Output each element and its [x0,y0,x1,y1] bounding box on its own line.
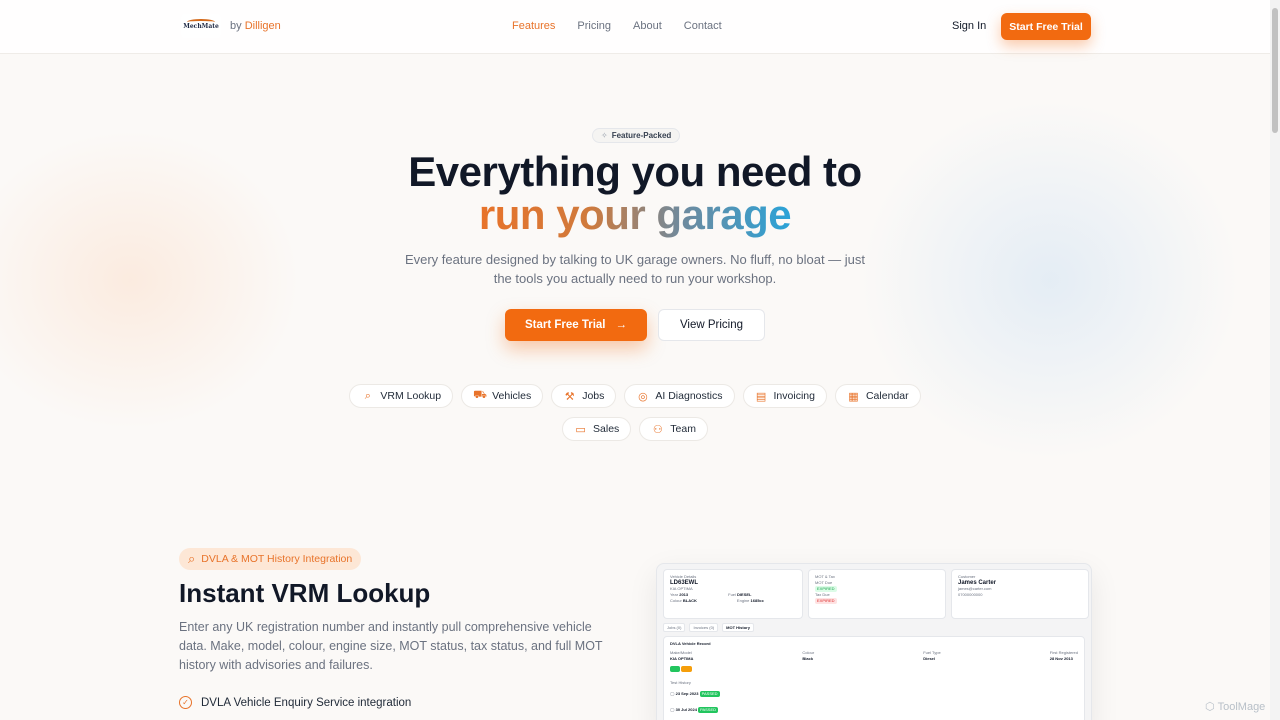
top-navbar: MechMate by Dilligen Features Pricing Ab… [0,0,1270,54]
test-date: 23 Sep 2023 [675,691,699,696]
vehicle-engine: 1685cc [750,598,764,603]
sparkle-icon: ✧ [601,131,608,140]
chip-invoicing[interactable]: ▤ Invoicing [742,384,827,408]
vehicle-fuel: DIESEL [737,592,752,597]
feature-chips-row2: ▭ Sales ⚇ Team [0,417,1270,441]
fuel-label: Fuel [728,592,736,597]
test-row[interactable]: ◯ 30 Jul 2024 PASSED [670,707,1078,713]
record-col-label: Fuel Type [923,650,941,655]
section-description: Enter any UK registration number and ins… [179,620,603,672]
chip-label: Team [670,423,696,435]
document-icon: ▤ [755,390,767,403]
users-icon: ⚇ [652,423,663,436]
nav-link-contact[interactable]: Contact [684,20,722,32]
calendar-icon: ▦ [848,390,859,403]
status-tag [670,666,680,672]
chip-ai-diagnostics[interactable]: ◎ AI Diagnostics [624,384,735,408]
wrench-icon: ⚒ [564,390,575,403]
vehicle-year: 2013 [679,592,689,597]
preview-dvla-record: DVLA Vehicle Record Make/Model KIA OPTIMA… [663,636,1085,720]
arrow-right-icon: → [615,319,628,331]
banknote-icon: ▭ [575,423,586,436]
preview-customer-card: Customer James Carter james@carter.com 0… [951,569,1089,619]
feature-chips-row1: ⌕ VRM Lookup ⛟ Vehicles ⚒ Jobs ◎ AI Diagnost… [0,384,1270,408]
record-col-value: Black [802,656,814,661]
pill-label: DVLA & MOT History Integration [201,553,353,565]
chip-label: Jobs [582,390,605,402]
chip-vehicles[interactable]: ⛟ Vehicles [461,384,544,408]
engine-label: Engine [736,598,750,603]
tax-status-badge: EXPIRED [815,598,837,604]
tab-jobs[interactable]: Jobs (0) [663,623,686,632]
brand-byline: by Dilligen [230,20,281,32]
hero-title: Everything you need to run your garage [0,150,1270,236]
nav-link-about[interactable]: About [633,20,662,32]
chip-label: Vehicles [492,390,532,402]
sign-in-link[interactable]: Sign In [952,20,986,32]
hero-title-line1: Everything you need to [408,148,862,195]
test-result: PASSED [699,691,720,697]
vrm-lookup-preview: Vehicle Details LD63EWL KIA OPTIMA Year … [656,563,1092,720]
nav-link-pricing[interactable]: Pricing [577,20,611,32]
dvla-integration-pill: ⌕ DVLA & MOT History Integration [179,548,362,570]
customer-phone: 07000000000 [958,592,983,597]
record-col-label: Make/Model [670,650,692,655]
preview-mot-card: MOT & Tax MOT Due EXPIRED Tax Due EXPIRE… [808,569,946,619]
car-icon: ⛟ [473,389,487,401]
record-col-value: KIA OPTIMA [670,656,694,661]
badge-label: Feature-Packed [611,131,672,140]
chip-jobs[interactable]: ⚒ Jobs [551,384,617,408]
chip-label: VRM Lookup [380,390,442,402]
chip-vrm-lookup[interactable]: ⌕ VRM Lookup [349,384,454,408]
chip-team[interactable]: ⚇ Team [639,417,708,441]
brain-icon: ◎ [638,390,648,403]
toolmage-watermark: ⬡ ToolMage [1205,700,1266,714]
record-col-label: Colour [802,650,815,655]
chip-calendar[interactable]: ▦ Calendar [834,384,921,408]
chip-label: AI Diagnostics [655,390,723,402]
year-label: Year [670,592,679,597]
record-col-label: First Registered [1049,650,1078,655]
view-pricing-button[interactable]: View Pricing [658,309,765,341]
vehicle-colour: BLACK [682,598,697,603]
checklist-item: ✓ DVLA Vehicle Enquiry Service integrati… [179,696,411,709]
preview-vehicle-card: Vehicle Details LD63EWL KIA OPTIMA Year … [663,569,803,619]
search-icon: ⌕ [188,551,196,566]
watermark-label: ToolMage [1217,700,1266,713]
preview-tabs: Jobs (0) Invoices (0) MOT History [663,623,754,632]
section-title: Instant VRM Lookup [179,578,431,608]
nav-start-trial-button[interactable]: Start Free Trial [1001,13,1091,40]
tab-invoices[interactable]: Invoices (0) [689,623,719,632]
chip-label: Invoicing [773,390,815,402]
hero-subtitle: Every feature designed by talking to UK … [404,252,866,286]
hero-title-line2: run your garage [478,191,792,238]
search-icon: ⌕ [364,389,371,402]
test-date: 30 Jul 2024 [675,707,697,712]
brand-name[interactable]: Dilligen [245,20,281,32]
by-prefix: by [230,20,242,32]
record-heading: DVLA Vehicle Record [670,641,711,646]
record-col-value: 28 Nov 2013 [1049,656,1073,661]
tab-mot-history[interactable]: MOT History [722,623,754,632]
test-result: PASSED [698,707,719,713]
chip-sales[interactable]: ▭ Sales [562,417,632,441]
hero-start-trial-button[interactable]: Start Free Trial → [505,309,647,341]
nav-links: Features Pricing About Contact [512,20,722,32]
watermark-icon: ⬡ [1205,701,1215,713]
mechmate-logo[interactable]: MechMate [181,14,221,38]
history-label: Test History [670,680,691,685]
colour-label: Colour [670,598,682,603]
chip-label: Calendar [865,390,909,402]
start-trial-label: Start Free Trial [524,319,606,331]
page-scrollbar[interactable] [1270,0,1280,720]
nav-link-features[interactable]: Features [512,20,555,32]
record-col-value: Diesel [923,656,936,661]
check-circle-icon: ✓ [179,696,192,709]
checklist-label: DVLA Vehicle Enquiry Service integration [201,696,412,709]
scrollbar-thumb[interactable] [1272,8,1278,133]
chip-label: Sales [593,423,620,435]
test-row[interactable]: ◯ 23 Sep 2023 PASSED [670,691,1078,697]
status-tag [680,666,693,672]
feature-packed-badge: ✧ Feature-Packed [592,128,681,143]
